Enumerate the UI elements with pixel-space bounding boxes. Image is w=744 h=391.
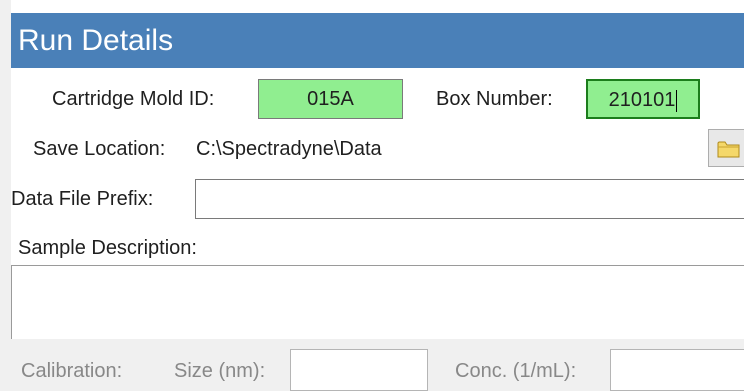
box-number-label: Box Number: <box>436 88 553 110</box>
cartridge-mold-id-input[interactable]: 015A <box>258 79 403 119</box>
panel-title: Run Details <box>11 13 744 68</box>
panel-left-edge <box>0 0 11 391</box>
folder-icon <box>717 141 740 158</box>
calibration-size-input[interactable] <box>290 349 428 391</box>
cartridge-mold-id-value: 015A <box>307 88 354 110</box>
data-file-prefix-label: Data File Prefix: <box>11 188 154 210</box>
save-location-path: C:\Spectradyne\Data <box>196 138 382 160</box>
text-caret <box>676 89 678 112</box>
calibration-label: Calibration: <box>21 360 123 382</box>
run-details-panel: Run Details Cartridge Mold ID: 015A Box … <box>0 0 744 391</box>
box-number-value: 210101 <box>608 89 676 111</box>
cartridge-mold-id-label: Cartridge Mold ID: <box>52 88 215 110</box>
calibration-size-label: Size (nm): <box>174 360 266 382</box>
sample-description-textarea[interactable] <box>11 265 744 339</box>
data-file-prefix-input[interactable] <box>195 179 744 219</box>
calibration-conc-label: Conc. (1/mL): <box>455 360 577 382</box>
calibration-conc-input[interactable] <box>610 349 744 391</box>
sample-description-label: Sample Description: <box>18 237 197 259</box>
save-location-label: Save Location: <box>33 138 166 160</box>
browse-folder-button[interactable] <box>708 129 744 167</box>
box-number-input[interactable]: 210101 <box>586 79 700 119</box>
